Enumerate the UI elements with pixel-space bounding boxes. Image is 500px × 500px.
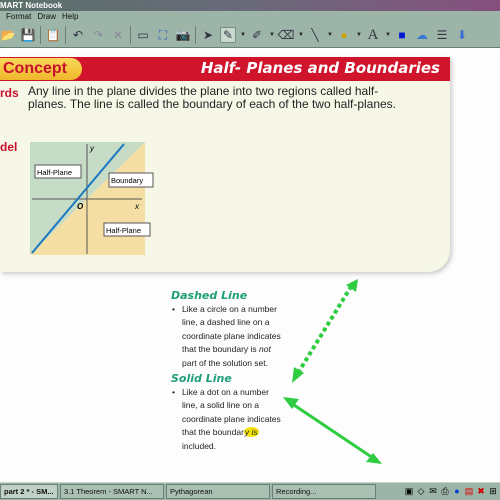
annotation-layer — [283, 279, 382, 464]
network-disconnected-icon[interactable]: ✖ — [476, 486, 486, 497]
chevron-down-icon[interactable]: ▼ — [240, 32, 246, 38]
printer-icon[interactable]: ⎙ — [440, 486, 450, 497]
menu-help[interactable]: Help — [62, 12, 78, 21]
taskbar: part 2 * - SM... 3.1 Theorem - SMART N..… — [0, 482, 500, 500]
chevron-down-icon[interactable]: ▼ — [356, 32, 362, 38]
title-bar: MART Notebook — [0, 0, 500, 11]
bluetooth-icon[interactable]: ● — [452, 486, 462, 497]
toolbar: 📂 💾 📋 ↶ ↷ ✕ ▭ ⛶ 📷 ➤ ✎ ▼ ✐ ▼ ⌫ ▼ ╲ ▼ ● ▼ A ▼ ■ … — [0, 23, 500, 48]
save-icon[interactable]: 💾 — [20, 27, 36, 43]
window-title: MART Notebook — [0, 1, 63, 10]
chevron-down-icon[interactable]: ▼ — [269, 32, 275, 38]
notebook-canvas[interactable]: Concept Half- Planes and Boundaries rds … — [0, 49, 500, 482]
calendar-icon[interactable]: ▤ — [464, 486, 474, 497]
chevron-down-icon[interactable]: ▼ — [385, 32, 391, 38]
solid-arrow[interactable] — [287, 399, 377, 462]
task-theorem[interactable]: 3.1 Theorem - SMART N... — [60, 484, 164, 499]
divider — [130, 26, 131, 44]
arrow-head — [346, 279, 358, 292]
divider — [65, 26, 66, 44]
shape-icon[interactable]: ● — [336, 27, 352, 43]
full-screen-icon[interactable]: ⛶ — [155, 27, 171, 43]
network-icon[interactable]: ⊞ — [488, 486, 498, 497]
properties-icon[interactable]: ☰ — [434, 27, 450, 43]
text-icon[interactable]: A — [365, 27, 381, 43]
task-part2[interactable]: part 2 * - SM... — [0, 484, 58, 499]
chevron-down-icon[interactable]: ▼ — [327, 32, 333, 38]
delete-icon[interactable]: ✕ — [110, 27, 126, 43]
task-pythagorean[interactable]: Pythagorean — [166, 484, 270, 499]
select-icon[interactable]: ➤ — [200, 27, 216, 43]
screen-shade-icon[interactable]: ▭ — [135, 27, 151, 43]
paste-icon[interactable]: 📋 — [45, 27, 61, 43]
diamond-icon[interactable]: ◇ — [416, 486, 426, 497]
open-icon[interactable]: 📂 — [0, 27, 16, 43]
fill-color-icon[interactable]: ■ — [394, 27, 410, 43]
menu-format[interactable]: Format — [6, 12, 31, 21]
eraser-icon[interactable]: ⌫ — [278, 27, 295, 43]
creative-pen-icon[interactable]: ✐ — [249, 27, 265, 43]
gallery-icon[interactable]: ☁ — [414, 27, 430, 43]
capture-icon[interactable]: 📷 — [175, 27, 191, 43]
task-recording[interactable]: Recording... — [272, 484, 376, 499]
chevron-down-icon[interactable]: ▼ — [298, 32, 304, 38]
menu-bar: Format Draw Help — [0, 11, 500, 23]
system-tray: ▣ ◇ ✉ ⎙ ● ▤ ✖ ⊞ — [404, 486, 500, 497]
dashed-arrow[interactable] — [296, 283, 354, 375]
divider — [40, 26, 41, 44]
undo-icon[interactable]: ↶ — [70, 27, 86, 43]
recorder-icon[interactable]: ▣ — [404, 486, 414, 497]
attach-icon[interactable]: ⬇ — [454, 27, 470, 43]
pen-icon[interactable]: ✎ — [220, 27, 236, 43]
menu-draw[interactable]: Draw — [37, 12, 56, 21]
notes-icon[interactable]: ✉ — [428, 486, 438, 497]
redo-icon[interactable]: ↷ — [90, 27, 106, 43]
line-icon[interactable]: ╲ — [307, 27, 323, 43]
divider — [195, 26, 196, 44]
